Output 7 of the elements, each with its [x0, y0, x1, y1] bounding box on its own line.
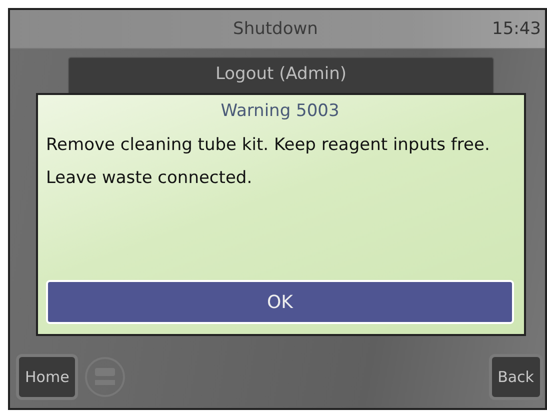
ok-button[interactable]: OK — [46, 280, 514, 324]
dialog-title: Warning 5003 — [220, 101, 340, 121]
clock-time: 15:43 — [492, 19, 541, 39]
home-button[interactable]: Home — [16, 354, 78, 400]
back-button[interactable]: Back — [488, 354, 543, 400]
warning-message: Remove cleaning tube kit. Keep reagent inputs free. Leave waste connected. — [46, 134, 491, 190]
screen-title: Shutdown — [233, 19, 318, 39]
